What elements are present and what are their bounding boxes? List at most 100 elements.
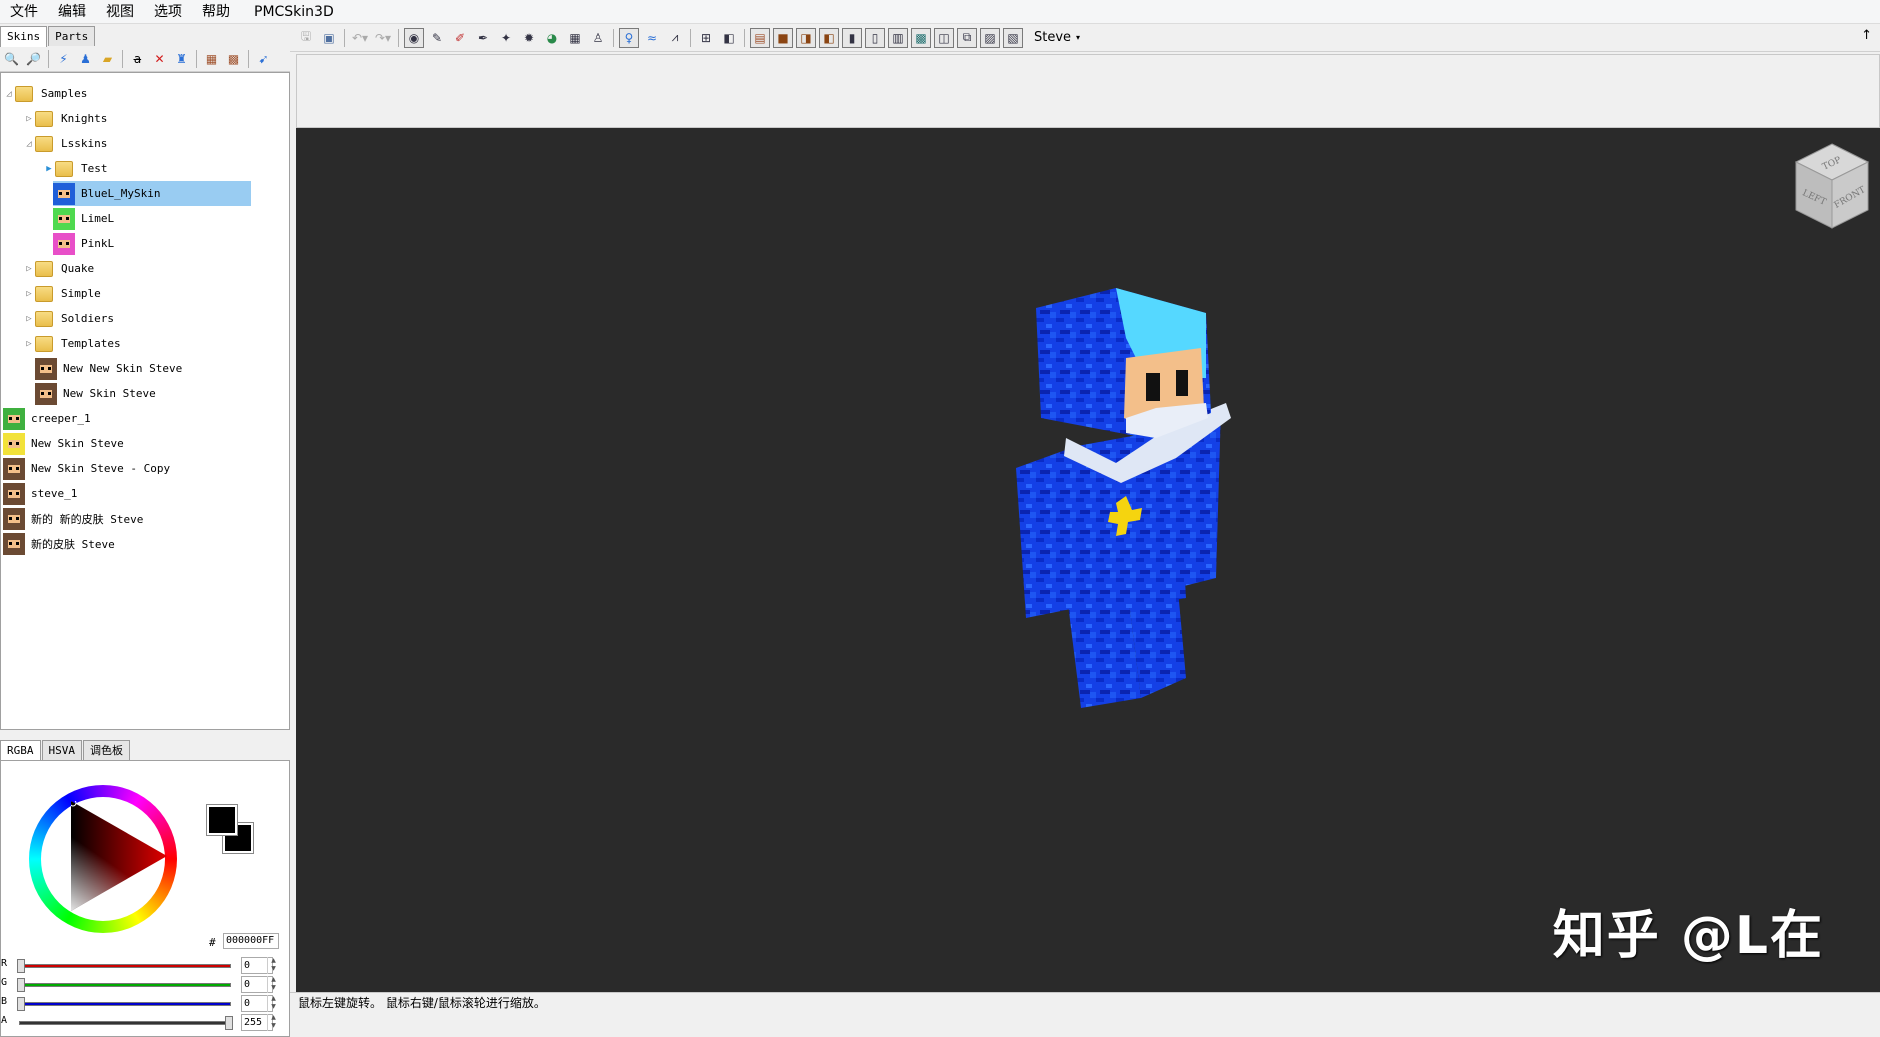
saturation-triangle[interactable] — [71, 801, 167, 911]
view-overlay-icon[interactable]: ▨ — [980, 27, 1000, 48]
zoom-in-icon[interactable]: 🔎 — [24, 49, 43, 68]
expand-icon[interactable]: ▷ — [23, 289, 35, 299]
clone-skin-icon[interactable]: ♜ — [172, 49, 191, 68]
tree-folder[interactable]: ▷ Knights — [23, 106, 107, 131]
tree-skin-item[interactable]: New New Skin Steve — [35, 356, 182, 381]
expand-icon[interactable]: ▷ — [23, 264, 35, 274]
tree-skin-item[interactable]: LimeL — [53, 206, 114, 231]
tree-skin-item[interactable]: 新的 新的皮肤 Steve — [3, 506, 143, 531]
view-left-icon[interactable]: ◨ — [796, 27, 816, 48]
redo-icon[interactable]: ↷▾ — [373, 28, 393, 48]
grid-icon[interactable]: ⊞ — [696, 28, 716, 48]
tree-folder[interactable]: ▷ Quake — [23, 256, 94, 281]
tab-hsva[interactable]: HSVA — [41, 740, 82, 760]
tree-skin-item[interactable]: 新的皮肤 Steve — [3, 531, 115, 556]
grid-icon[interactable]: ▦ — [202, 49, 221, 68]
menu-options[interactable]: 选项 — [144, 0, 192, 24]
expand-icon[interactable]: ▷ — [23, 339, 35, 349]
spinner-icon[interactable]: ▲ ▼ — [267, 976, 279, 993]
tree-skin-item[interactable]: New Skin Steve — [3, 431, 124, 456]
channel-slider-thumb[interactable] — [225, 1016, 233, 1030]
view-front-icon[interactable]: ▤ — [750, 27, 770, 48]
view-head-icon[interactable]: ▥ — [888, 27, 908, 48]
tree-skin-item[interactable]: creeper_1 — [3, 406, 91, 431]
dropper-icon[interactable]: ✒ — [473, 28, 493, 48]
collapse-icon[interactable]: ◿ — [23, 139, 35, 149]
import-icon[interactable]: ⚡ — [54, 49, 73, 68]
tree-folder[interactable]: ▷ Templates — [23, 331, 121, 356]
skin-thumbnail-icon — [3, 407, 25, 430]
camera-icon[interactable]: ◉ — [404, 27, 424, 48]
spinner-icon[interactable]: ▲ ▼ — [267, 1014, 279, 1031]
tab-palette[interactable]: 调色板 — [83, 740, 130, 760]
fill-icon[interactable]: ▦ — [565, 28, 585, 48]
graph-icon[interactable]: ⩘ — [665, 28, 685, 48]
tree-skin-item[interactable]: BlueL_MySkin — [53, 181, 251, 206]
view-body-icon[interactable]: ▩ — [911, 27, 931, 48]
pencil-icon[interactable]: ✎ — [427, 28, 447, 48]
delete-icon[interactable]: ✕ — [150, 49, 169, 68]
darken-icon[interactable]: ✹ — [519, 28, 539, 48]
water-icon[interactable]: ≈ — [642, 28, 662, 48]
save-icon[interactable]: 🖫 — [296, 28, 316, 48]
tree-skin-item[interactable]: PinkL — [53, 231, 114, 256]
tree-skin-item[interactable]: New Skin Steve — [35, 381, 156, 406]
hex-input[interactable]: 000000FF — [223, 933, 279, 949]
tree-folder[interactable]: ◿ Lsskins — [23, 131, 107, 156]
expand-icon[interactable]: ▷ — [23, 314, 35, 324]
channel-slider-thumb[interactable] — [17, 959, 25, 973]
tree-folder[interactable]: ◿ Samples — [3, 81, 87, 106]
tab-rgba[interactable]: RGBA — [0, 740, 41, 761]
tree-skin-item[interactable]: New Skin Steve - Copy — [3, 456, 170, 481]
upload-icon[interactable]: ➹ — [254, 49, 273, 68]
3d-viewport[interactable]: TOP LEFT FRONT 知乎 @L在 — [296, 128, 1880, 992]
view-cube[interactable]: TOP LEFT FRONT — [1792, 140, 1872, 232]
expand-icon[interactable]: ▶ — [43, 164, 55, 174]
view-arms-icon[interactable]: ◫ — [934, 27, 954, 48]
view-back-icon[interactable]: ■ — [773, 27, 793, 48]
tab-skins[interactable]: Skins — [0, 26, 48, 47]
save-all-icon[interactable]: ▣ — [319, 28, 339, 48]
tree-folder[interactable]: ▷ Simple — [23, 281, 101, 306]
view-legs-icon[interactable]: ⧉ — [957, 27, 977, 48]
channel-slider-track[interactable] — [19, 1002, 231, 1006]
dodge-icon[interactable]: ✦ — [496, 28, 516, 48]
pin-icon[interactable]: ↑ — [1861, 28, 1872, 43]
zoom-out-icon[interactable]: 🔍 — [2, 49, 21, 68]
noise-icon[interactable]: ◕ — [542, 28, 562, 48]
tree-folder[interactable]: ▶ Test — [43, 156, 108, 181]
resize-icon[interactable]: ▩ — [224, 49, 243, 68]
menu-help[interactable]: 帮助 — [192, 0, 240, 24]
menu-view[interactable]: 视图 — [96, 0, 144, 24]
collapse-icon[interactable]: ◿ — [3, 89, 15, 99]
view-all-icon[interactable]: ▧ — [1003, 27, 1023, 48]
undo-icon[interactable]: ↶▾ — [350, 28, 370, 48]
minecraft-character-model[interactable] — [976, 278, 1276, 718]
primary-color-swatch[interactable] — [206, 804, 238, 836]
view-right-icon[interactable]: ◧ — [819, 27, 839, 48]
person-icon[interactable]: ♀ — [619, 27, 639, 48]
spinner-icon[interactable]: ▲ ▼ — [267, 957, 279, 974]
tab-parts[interactable]: Parts — [48, 26, 96, 46]
spinner-icon[interactable]: ▲ ▼ — [267, 995, 279, 1012]
model-select[interactable]: Steve ▾ — [1034, 30, 1080, 45]
view-top-icon[interactable]: ▮ — [842, 27, 862, 48]
tree-folder[interactable]: ▷ Soldiers — [23, 306, 114, 331]
channel-slider-thumb[interactable] — [17, 997, 25, 1011]
tree-item-label: Samples — [41, 87, 88, 100]
channel-slider-thumb[interactable] — [17, 978, 25, 992]
menu-file[interactable]: 文件 — [0, 0, 48, 24]
new-skin-icon[interactable]: ♟ — [76, 49, 95, 68]
channel-slider-track[interactable] — [19, 1021, 231, 1025]
eraser-icon[interactable]: ✐ — [450, 28, 470, 48]
rename-icon[interactable]: a̶ — [128, 49, 147, 68]
clone-icon[interactable]: ◧ — [719, 28, 739, 48]
expand-icon[interactable]: ▷ — [23, 114, 35, 124]
view-bottom-icon[interactable]: ▯ — [865, 27, 885, 48]
tree-skin-item[interactable]: steve_1 — [3, 481, 77, 506]
channel-slider-track[interactable] — [19, 983, 231, 987]
channel-slider-track[interactable] — [19, 964, 231, 968]
menu-edit[interactable]: 编辑 — [48, 0, 96, 24]
stamp-icon[interactable]: ♙ — [588, 28, 608, 48]
new-folder-icon[interactable]: ▰ — [98, 49, 117, 68]
